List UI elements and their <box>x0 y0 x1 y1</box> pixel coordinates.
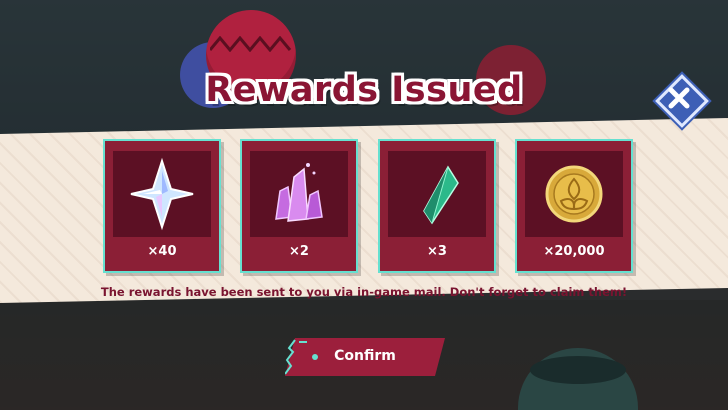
reward-card[interactable]: ×2 <box>242 141 356 271</box>
reward-icon-frame <box>525 151 623 237</box>
confirm-button-label: Confirm <box>334 348 396 364</box>
reward-quantity: ×3 <box>427 244 447 259</box>
reward-icon-frame <box>388 151 486 237</box>
green-crystal-shard-icon <box>423 165 459 225</box>
reward-icon-frame <box>250 151 348 237</box>
close-button[interactable] <box>655 74 709 128</box>
reward-list: ×40 ×2 ×3 ×20,000 <box>105 141 631 271</box>
reward-quantity: ×2 <box>289 244 309 259</box>
crystal-icon <box>275 163 323 222</box>
reward-quantity: ×40 <box>147 244 177 259</box>
mora-coin-icon <box>545 165 603 223</box>
reward-card[interactable]: ×3 <box>380 141 494 271</box>
dialog-title: Rewards Issued <box>205 70 523 110</box>
reward-card[interactable]: ×20,000 <box>517 141 631 271</box>
reward-message: The rewards have been sent to you via in… <box>100 285 628 299</box>
reward-icon-frame <box>113 151 211 237</box>
reward-card[interactable]: ×40 <box>105 141 219 271</box>
decor-zigzag <box>210 36 292 52</box>
primogem-icon <box>130 157 194 231</box>
close-icon <box>668 87 690 109</box>
confirm-button[interactable]: Confirm <box>285 338 445 376</box>
reward-quantity: ×20,000 <box>543 244 605 259</box>
